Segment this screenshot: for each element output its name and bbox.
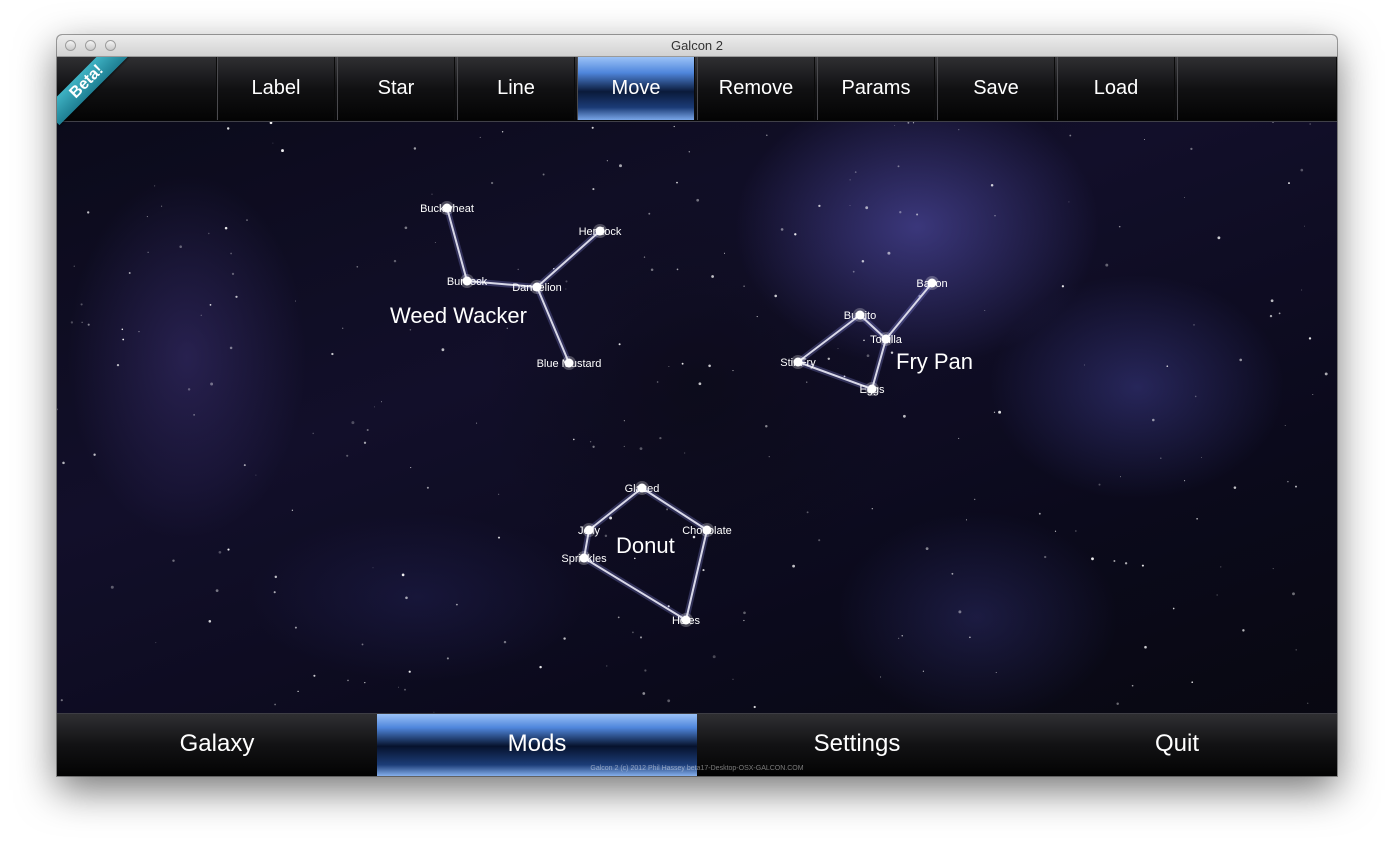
constellation-link[interactable] bbox=[871, 338, 887, 390]
star-label: Tortilla bbox=[870, 334, 903, 346]
title-bar: Galcon 2 bbox=[57, 35, 1337, 57]
constellation-link[interactable] bbox=[885, 282, 933, 340]
star-label: Stir Fry bbox=[780, 357, 816, 369]
star-label: Holes bbox=[672, 615, 701, 627]
remove-tool-button[interactable]: Remove bbox=[697, 57, 815, 120]
constellation-name-label[interactable]: Fry Pan bbox=[896, 349, 973, 374]
star-label: Eggs bbox=[859, 384, 885, 396]
star-tool-button[interactable]: Star bbox=[337, 57, 455, 120]
main-nav-bar: Galaxy Mods Settings Quit Galcon 2 (c) 2… bbox=[57, 713, 1337, 776]
constellation-link[interactable] bbox=[583, 557, 687, 621]
constellation-link[interactable] bbox=[797, 314, 861, 363]
star-label: Buckwheat bbox=[420, 203, 474, 215]
star-label: Glazed bbox=[625, 483, 660, 495]
star-label: Jelly bbox=[578, 525, 601, 537]
game-view: Buckwheat Hemlock Burdock Dandelion Blue Mus… bbox=[57, 57, 1337, 776]
constellation-link[interactable] bbox=[536, 230, 601, 288]
constellation-fry-pan: Bacon Burrito Tortilla Stir Fry Eggs Fry Pan bbox=[780, 276, 973, 396]
constellation-link[interactable] bbox=[446, 207, 468, 282]
star-label: Burdock bbox=[447, 276, 488, 288]
load-button[interactable]: Load bbox=[1057, 57, 1175, 120]
move-tool-button[interactable]: Move bbox=[577, 57, 695, 120]
save-button[interactable]: Save bbox=[937, 57, 1055, 120]
label-tool-button[interactable]: Label bbox=[217, 57, 335, 120]
toolbar-spacer-right bbox=[1177, 57, 1337, 120]
constellation-weed-wacker: Buckwheat Hemlock Burdock Dandelion Blue Mus… bbox=[390, 201, 622, 370]
constellation-donut: Glazed Jelly Chocolate Sprinkles Holes Donut bbox=[561, 481, 732, 627]
star-label: Chocolate bbox=[682, 525, 732, 537]
line-tool-button[interactable]: Line bbox=[457, 57, 575, 120]
constellation-link[interactable] bbox=[685, 529, 708, 621]
constellation-link[interactable] bbox=[536, 286, 570, 364]
star-label: Bacon bbox=[916, 278, 947, 290]
star-label: Dandelion bbox=[512, 282, 562, 294]
constellation-editor-canvas[interactable]: Buckwheat Hemlock Burdock Dandelion Blue Mus… bbox=[57, 57, 1337, 776]
star-label: Burrito bbox=[844, 310, 876, 322]
constellation-name-label[interactable]: Weed Wacker bbox=[390, 303, 527, 328]
constellation-name-label[interactable]: Donut bbox=[616, 533, 675, 558]
star-label: Blue Mustard bbox=[537, 358, 602, 370]
window-title: Galcon 2 bbox=[670, 38, 724, 53]
footer-credit: Galcon 2 (c) 2012 Phil Hassey beta17-Des… bbox=[590, 765, 804, 772]
star-label: Sprinkles bbox=[561, 553, 607, 565]
app-window: Galcon 2 Buckwheat Hemlock Burdock Dandelio… bbox=[57, 35, 1337, 776]
params-tool-button[interactable]: Params bbox=[817, 57, 935, 120]
star-label: Hemlock bbox=[579, 226, 622, 238]
editor-toolbar: Label Star Line Move Remove Params Save … bbox=[57, 57, 1337, 126]
